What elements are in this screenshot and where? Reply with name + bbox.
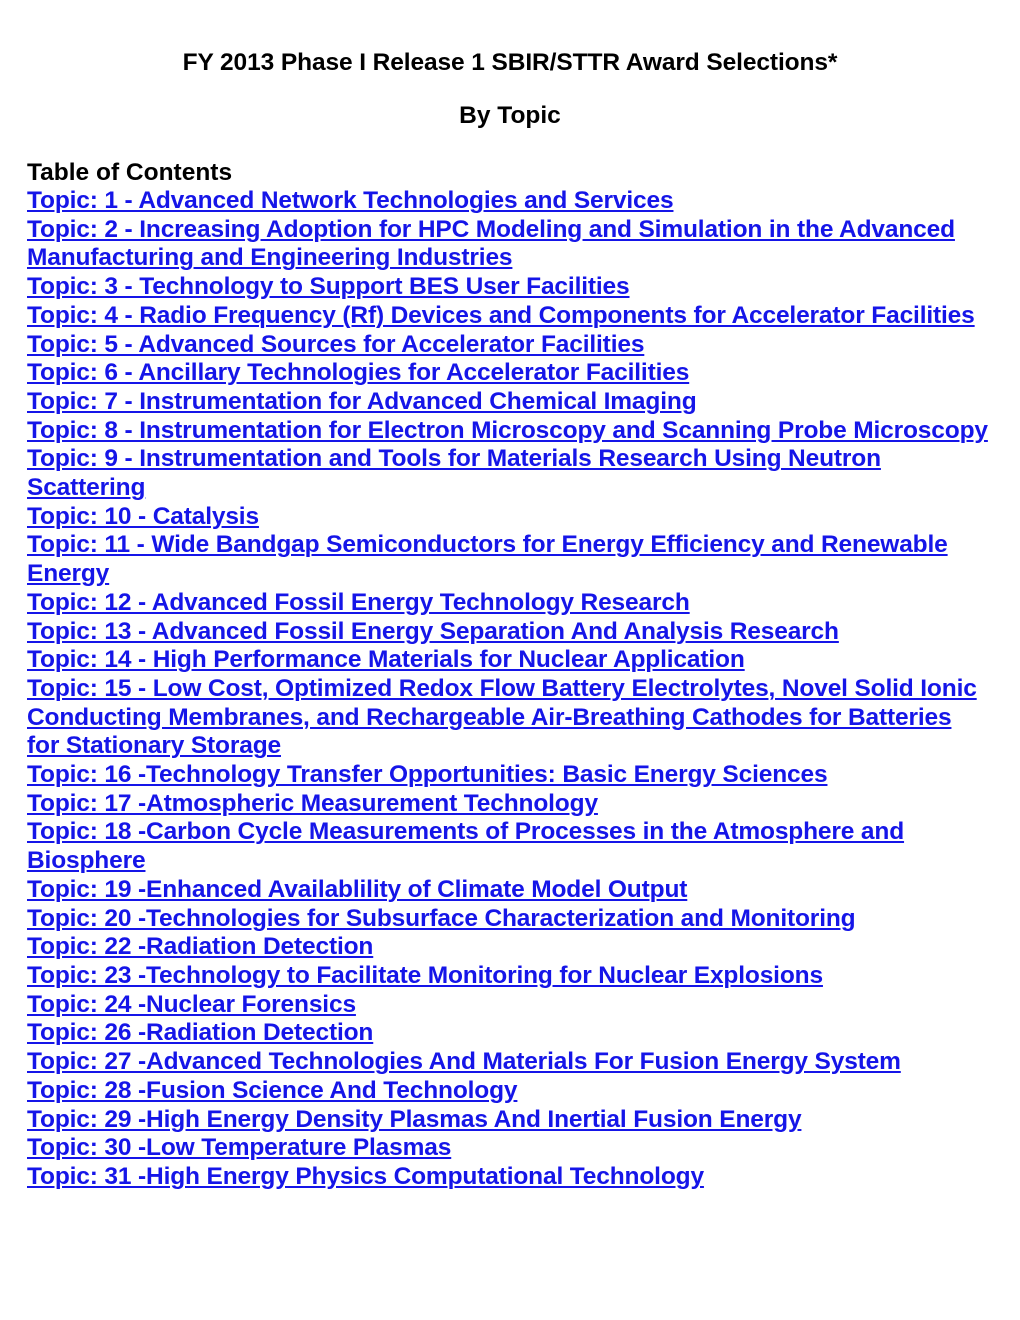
toc-link-topic-31[interactable]: Topic: 31 -High Energy Physics Computati… (27, 1163, 704, 1190)
toc-link-topic-16[interactable]: Topic: 16 -Technology Transfer Opportuni… (27, 761, 828, 788)
toc-link-topic-2[interactable]: Topic: 2 - Increasing Adoption for HPC M… (27, 216, 955, 272)
toc-link-topic-29[interactable]: Topic: 29 -High Energy Density Plasmas A… (27, 1106, 802, 1133)
list-item: Topic: 9 - Instrumentation and Tools for… (27, 445, 990, 502)
list-item: Topic: 15 - Low Cost, Optimized Redox Fl… (27, 675, 990, 761)
document-page: FY 2013 Phase I Release 1 SBIR/STTR Awar… (0, 0, 1020, 1320)
toc-link-topic-24[interactable]: Topic: 24 -Nuclear Forensics (27, 991, 356, 1018)
toc-link-topic-17[interactable]: Topic: 17 -Atmospheric Measurement Techn… (27, 790, 598, 817)
toc-link-topic-15[interactable]: Topic: 15 - Low Cost, Optimized Redox Fl… (27, 675, 977, 759)
table-of-contents-heading: Table of Contents (27, 159, 233, 186)
toc-link-topic-11[interactable]: Topic: 11 - Wide Bandgap Semiconductors … (27, 531, 948, 587)
list-item: Topic: 28 -Fusion Science And Technology (27, 1077, 990, 1106)
toc-link-topic-10[interactable]: Topic: 10 - Catalysis (27, 503, 259, 530)
toc-link-topic-5[interactable]: Topic: 5 - Advanced Sources for Accelera… (27, 331, 644, 358)
list-item: Topic: 16 -Technology Transfer Opportuni… (27, 761, 990, 790)
list-item: Topic: 19 -Enhanced Availablility of Cli… (27, 876, 990, 905)
list-item: Topic: 29 -High Energy Density Plasmas A… (27, 1106, 990, 1135)
page-subtitle: By Topic (459, 102, 561, 129)
toc-link-topic-28[interactable]: Topic: 28 -Fusion Science And Technology (27, 1077, 518, 1104)
toc-link-topic-13[interactable]: Topic: 13 - Advanced Fossil Energy Separ… (27, 618, 839, 645)
list-item: Topic: 10 - Catalysis (27, 503, 990, 532)
toc-link-topic-20[interactable]: Topic: 20 -Technologies for Subsurface C… (27, 905, 856, 932)
list-item: Topic: 26 -Radiation Detection (27, 1019, 990, 1048)
list-item: Topic: 17 -Atmospheric Measurement Techn… (27, 790, 990, 819)
toc-link-topic-23[interactable]: Topic: 23 -Technology to Facilitate Moni… (27, 962, 823, 989)
toc-link-topic-1[interactable]: Topic: 1 - Advanced Network Technologies… (27, 187, 674, 214)
list-item: Topic: 3 - Technology to Support BES Use… (27, 273, 990, 302)
list-item: Topic: 6 - Ancillary Technologies for Ac… (27, 359, 990, 388)
toc-link-topic-22[interactable]: Topic: 22 -Radiation Detection (27, 933, 373, 960)
toc-link-topic-19[interactable]: Topic: 19 -Enhanced Availablility of Cli… (27, 876, 687, 903)
list-item: Topic: 13 - Advanced Fossil Energy Separ… (27, 618, 990, 647)
toc-link-topic-9[interactable]: Topic: 9 - Instrumentation and Tools for… (27, 445, 881, 501)
list-item: Topic: 12 - Advanced Fossil Energy Techn… (27, 589, 990, 618)
list-item: Topic: 7 - Instrumentation for Advanced … (27, 388, 990, 417)
list-item: Topic: 30 -Low Temperature Plasmas (27, 1134, 990, 1163)
table-of-contents-list: Topic: 1 - Advanced Network Technologies… (0, 187, 1020, 1192)
page-title: FY 2013 Phase I Release 1 SBIR/STTR Awar… (182, 49, 838, 76)
toc-link-topic-14[interactable]: Topic: 14 - High Performance Materials f… (27, 646, 745, 673)
list-item: Topic: 14 - High Performance Materials f… (27, 646, 990, 675)
list-item: Topic: 22 -Radiation Detection (27, 933, 990, 962)
toc-link-topic-6[interactable]: Topic: 6 - Ancillary Technologies for Ac… (27, 359, 689, 386)
list-item: Topic: 27 -Advanced Technologies And Mat… (27, 1048, 990, 1077)
list-item: Topic: 20 -Technologies for Subsurface C… (27, 905, 990, 934)
list-item: Topic: 31 -High Energy Physics Computati… (27, 1163, 990, 1192)
list-item: Topic: 24 -Nuclear Forensics (27, 991, 990, 1020)
list-item: Topic: 18 -Carbon Cycle Measurements of … (27, 818, 990, 875)
list-item: Topic: 4 - Radio Frequency (Rf) Devices … (27, 302, 990, 331)
toc-link-topic-12[interactable]: Topic: 12 - Advanced Fossil Energy Techn… (27, 589, 690, 616)
toc-link-topic-26[interactable]: Topic: 26 -Radiation Detection (27, 1019, 373, 1046)
list-item: Topic: 1 - Advanced Network Technologies… (27, 187, 990, 216)
list-item: Topic: 11 - Wide Bandgap Semiconductors … (27, 531, 990, 588)
toc-link-topic-27[interactable]: Topic: 27 -Advanced Technologies And Mat… (27, 1048, 901, 1075)
toc-link-topic-4[interactable]: Topic: 4 - Radio Frequency (Rf) Devices … (27, 302, 975, 329)
list-item: Topic: 5 - Advanced Sources for Accelera… (27, 331, 990, 360)
toc-link-topic-18[interactable]: Topic: 18 -Carbon Cycle Measurements of … (27, 818, 904, 874)
toc-link-topic-30[interactable]: Topic: 30 -Low Temperature Plasmas (27, 1134, 451, 1161)
toc-link-topic-3[interactable]: Topic: 3 - Technology to Support BES Use… (27, 273, 630, 300)
list-item: Topic: 23 -Technology to Facilitate Moni… (27, 962, 990, 991)
toc-link-topic-8[interactable]: Topic: 8 - Instrumentation for Electron … (27, 417, 988, 444)
list-item: Topic: 8 - Instrumentation for Electron … (27, 417, 990, 446)
list-item: Topic: 2 - Increasing Adoption for HPC M… (27, 216, 990, 273)
toc-link-topic-7[interactable]: Topic: 7 - Instrumentation for Advanced … (27, 388, 697, 415)
